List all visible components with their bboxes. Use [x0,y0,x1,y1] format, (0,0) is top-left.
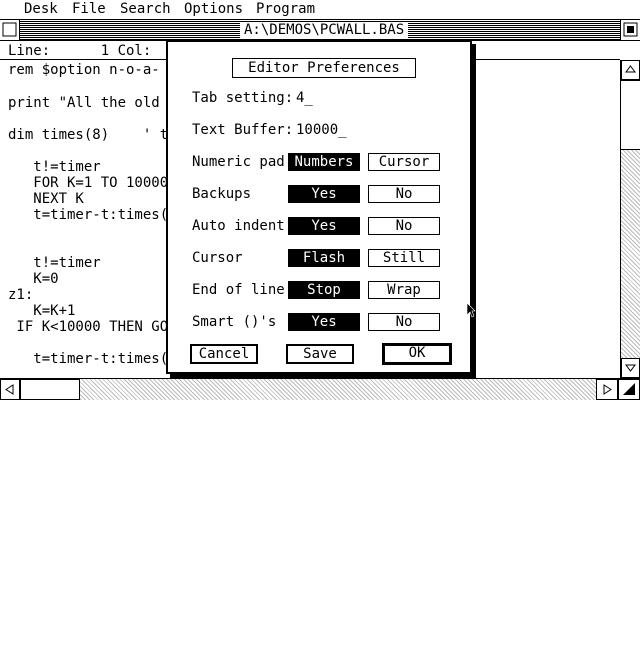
window-title-bar[interactable]: A:\DEMOS\PCWALL.BAS [0,20,640,41]
code-line: t!=timer [8,159,101,175]
menu-program[interactable]: Program [256,1,315,17]
window-title: A:\DEMOS\PCWALL.BAS [240,22,409,38]
text-buffer-field[interactable]: 10000_ [296,122,347,138]
numeric-pad-label: Numeric pad [192,154,285,170]
mouse-pointer-icon [466,302,476,322]
end-of-line-wrap-option[interactable]: Wrap [368,281,440,299]
save-button[interactable]: Save [286,344,354,364]
arrow-down-icon[interactable] [621,358,640,378]
code-line: K=K+1 [8,303,76,319]
code-line: IF K<10000 THEN GOT [8,319,177,335]
cursor-label: Cursor [192,250,243,266]
auto-indent-yes-option[interactable]: Yes [288,217,360,235]
smart-parens-no-option[interactable]: No [368,313,440,331]
smart-parens-yes-option[interactable]: Yes [288,313,360,331]
menu-bar: Desk File Search Options Program [0,0,640,20]
backups-yes-option[interactable]: Yes [288,185,360,203]
code-line: NEXT K [8,191,84,207]
arrow-right-icon[interactable] [596,379,618,400]
menu-search[interactable]: Search [120,1,171,17]
vertical-scroll-thumb[interactable] [621,80,640,150]
arrow-left-icon[interactable] [0,379,20,400]
code-line: FOR K=1 TO 10000 [8,175,169,191]
numeric-pad-numbers-option[interactable]: Numbers [288,153,360,171]
menu-desk[interactable]: Desk [24,1,58,17]
backups-label: Backups [192,186,252,202]
horizontal-scroll-thumb[interactable] [20,379,80,400]
code-line: rem $option n-o-a- [8,62,160,78]
tab-setting-label: Tab setting: [192,90,294,106]
code-line: z1: [8,287,34,303]
code-line: t=timer-t:times(2 [8,351,177,367]
vertical-scrollbar[interactable] [620,60,640,378]
close-icon[interactable] [0,20,20,40]
numeric-pad-cursor-option[interactable]: Cursor [368,153,440,171]
fuller-icon[interactable] [620,20,640,40]
backups-no-option[interactable]: No [368,185,440,203]
auto-indent-label: Auto indent [192,218,285,234]
arrow-up-icon[interactable] [621,60,640,80]
code-line: print "All the old F [8,95,177,111]
cursor-still-option[interactable]: Still [368,249,440,267]
end-of-line-stop-option[interactable]: Stop [288,281,360,299]
code-line: K=0 [8,271,59,287]
text-buffer-label: Text Buffer: [192,122,294,138]
ok-button[interactable]: OK [382,343,452,365]
menu-file[interactable]: File [72,1,106,17]
dialog-title: Editor Preferences [232,58,416,78]
code-line: t!=timer [8,255,101,271]
cursor-flash-option[interactable]: Flash [288,249,360,267]
smart-parens-label: Smart ()'s [192,314,277,330]
editor-preferences-dialog: Editor Preferences Tab setting: 4_ Text … [166,40,472,374]
tab-setting-field[interactable]: 4_ [296,90,313,106]
menu-options[interactable]: Options [184,1,243,17]
code-line: t=timer-t:times(1 [8,207,177,223]
resize-icon[interactable] [618,379,640,400]
end-of-line-label: End of line [192,282,285,298]
auto-indent-no-option[interactable]: No [368,217,440,235]
horizontal-scrollbar[interactable] [0,378,640,400]
code-line: dim times(8) ' to [8,127,177,143]
cancel-button[interactable]: Cancel [190,344,258,364]
